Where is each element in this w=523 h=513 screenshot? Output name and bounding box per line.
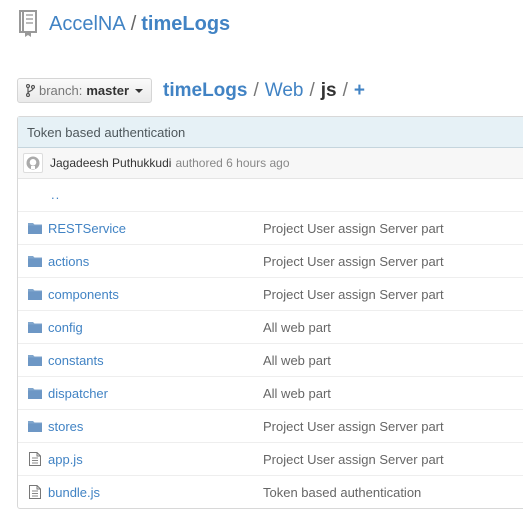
file-name-link[interactable]: app.js (48, 452, 83, 467)
commit-time: authored 6 hours ago (175, 156, 290, 170)
avatar[interactable] (23, 153, 43, 173)
file-name-link[interactable]: dispatcher (48, 386, 108, 401)
file-name-link[interactable]: actions (48, 254, 89, 269)
folder-icon (27, 253, 43, 269)
commit-message-link[interactable]: Token based authentication (263, 485, 421, 500)
commit-author-link[interactable]: Jagadeesh Puthukkudi (50, 156, 171, 170)
breadcrumb-separator: / (309, 79, 315, 101)
chevron-down-icon (135, 88, 144, 93)
file-text-icon (27, 484, 43, 500)
repo-title-separator: / (130, 12, 137, 35)
commit-message-link[interactable]: Project User assign Server part (263, 419, 444, 434)
breadcrumb-current: js (320, 79, 337, 101)
commit-message-link[interactable]: All web part (263, 386, 331, 401)
file-row: app.js Project User assign Server part (18, 442, 523, 475)
file-text-icon (27, 451, 43, 467)
file-name-link[interactable]: RESTService (48, 221, 126, 236)
add-file-button[interactable]: + (354, 80, 365, 102)
repo-book-icon (19, 10, 37, 37)
branch-label: branch: (39, 83, 83, 98)
folder-icon (27, 220, 43, 236)
file-row: config All web part (18, 310, 523, 343)
branch-select-button[interactable]: branch: master (17, 78, 152, 103)
latest-commit-message[interactable]: Token based authentication (18, 117, 523, 148)
folder-icon (27, 286, 43, 302)
file-list: Token based authentication Jagadeesh Put… (17, 116, 523, 509)
folder-icon (27, 352, 43, 368)
file-rows: RESTService Project User assign Server pa… (18, 211, 523, 508)
latest-commit-meta: Jagadeesh Puthukkudi authored 6 hours ag… (18, 148, 523, 179)
file-row: components Project User assign Server par… (18, 277, 523, 310)
file-name-link[interactable]: components (48, 287, 119, 302)
file-row: actions Project User assign Server part (18, 244, 523, 277)
breadcrumb-web-link[interactable]: Web (265, 80, 304, 102)
commit-message-link[interactable]: Project User assign Server part (263, 221, 444, 236)
file-name-link[interactable]: constants (48, 353, 104, 368)
folder-icon (27, 319, 43, 335)
file-name-link[interactable]: stores (48, 419, 83, 434)
parent-directory-row: .. (18, 179, 523, 211)
breadcrumb-separator: / (342, 79, 348, 101)
repo-title: AccelNA / timeLogs (49, 13, 230, 36)
git-branch-icon (26, 84, 35, 97)
file-name-link[interactable]: config (48, 320, 83, 335)
branch-value: master (86, 83, 130, 98)
folder-icon (27, 385, 43, 401)
file-row: bundle.js Token based authentication (18, 475, 523, 508)
commit-message-link[interactable]: All web part (263, 353, 331, 368)
breadcrumb-separator: / (253, 79, 259, 101)
commit-message-link[interactable]: All web part (263, 320, 331, 335)
commit-message-link[interactable]: Project User assign Server part (263, 254, 444, 269)
repo-header: AccelNA / timeLogs (17, 8, 230, 40)
repo-owner-link[interactable]: AccelNA (49, 13, 126, 35)
breadcrumb-root-link[interactable]: timeLogs (163, 80, 247, 102)
github-octocat-icon (26, 156, 40, 170)
commit-message-link[interactable]: Project User assign Server part (263, 452, 444, 467)
breadcrumb: timeLogs / Web / js / + (163, 78, 365, 103)
file-row: stores Project User assign Server part (18, 409, 523, 442)
file-row: constants All web part (18, 343, 523, 376)
repo-name-link[interactable]: timeLogs (141, 13, 230, 35)
file-row: RESTService Project User assign Server pa… (18, 211, 523, 244)
file-row: dispatcher All web part (18, 376, 523, 409)
file-name-link[interactable]: bundle.js (48, 485, 100, 500)
parent-directory-link[interactable]: .. (51, 187, 60, 202)
folder-icon (27, 418, 43, 434)
commit-message-link[interactable]: Project User assign Server part (263, 287, 444, 302)
